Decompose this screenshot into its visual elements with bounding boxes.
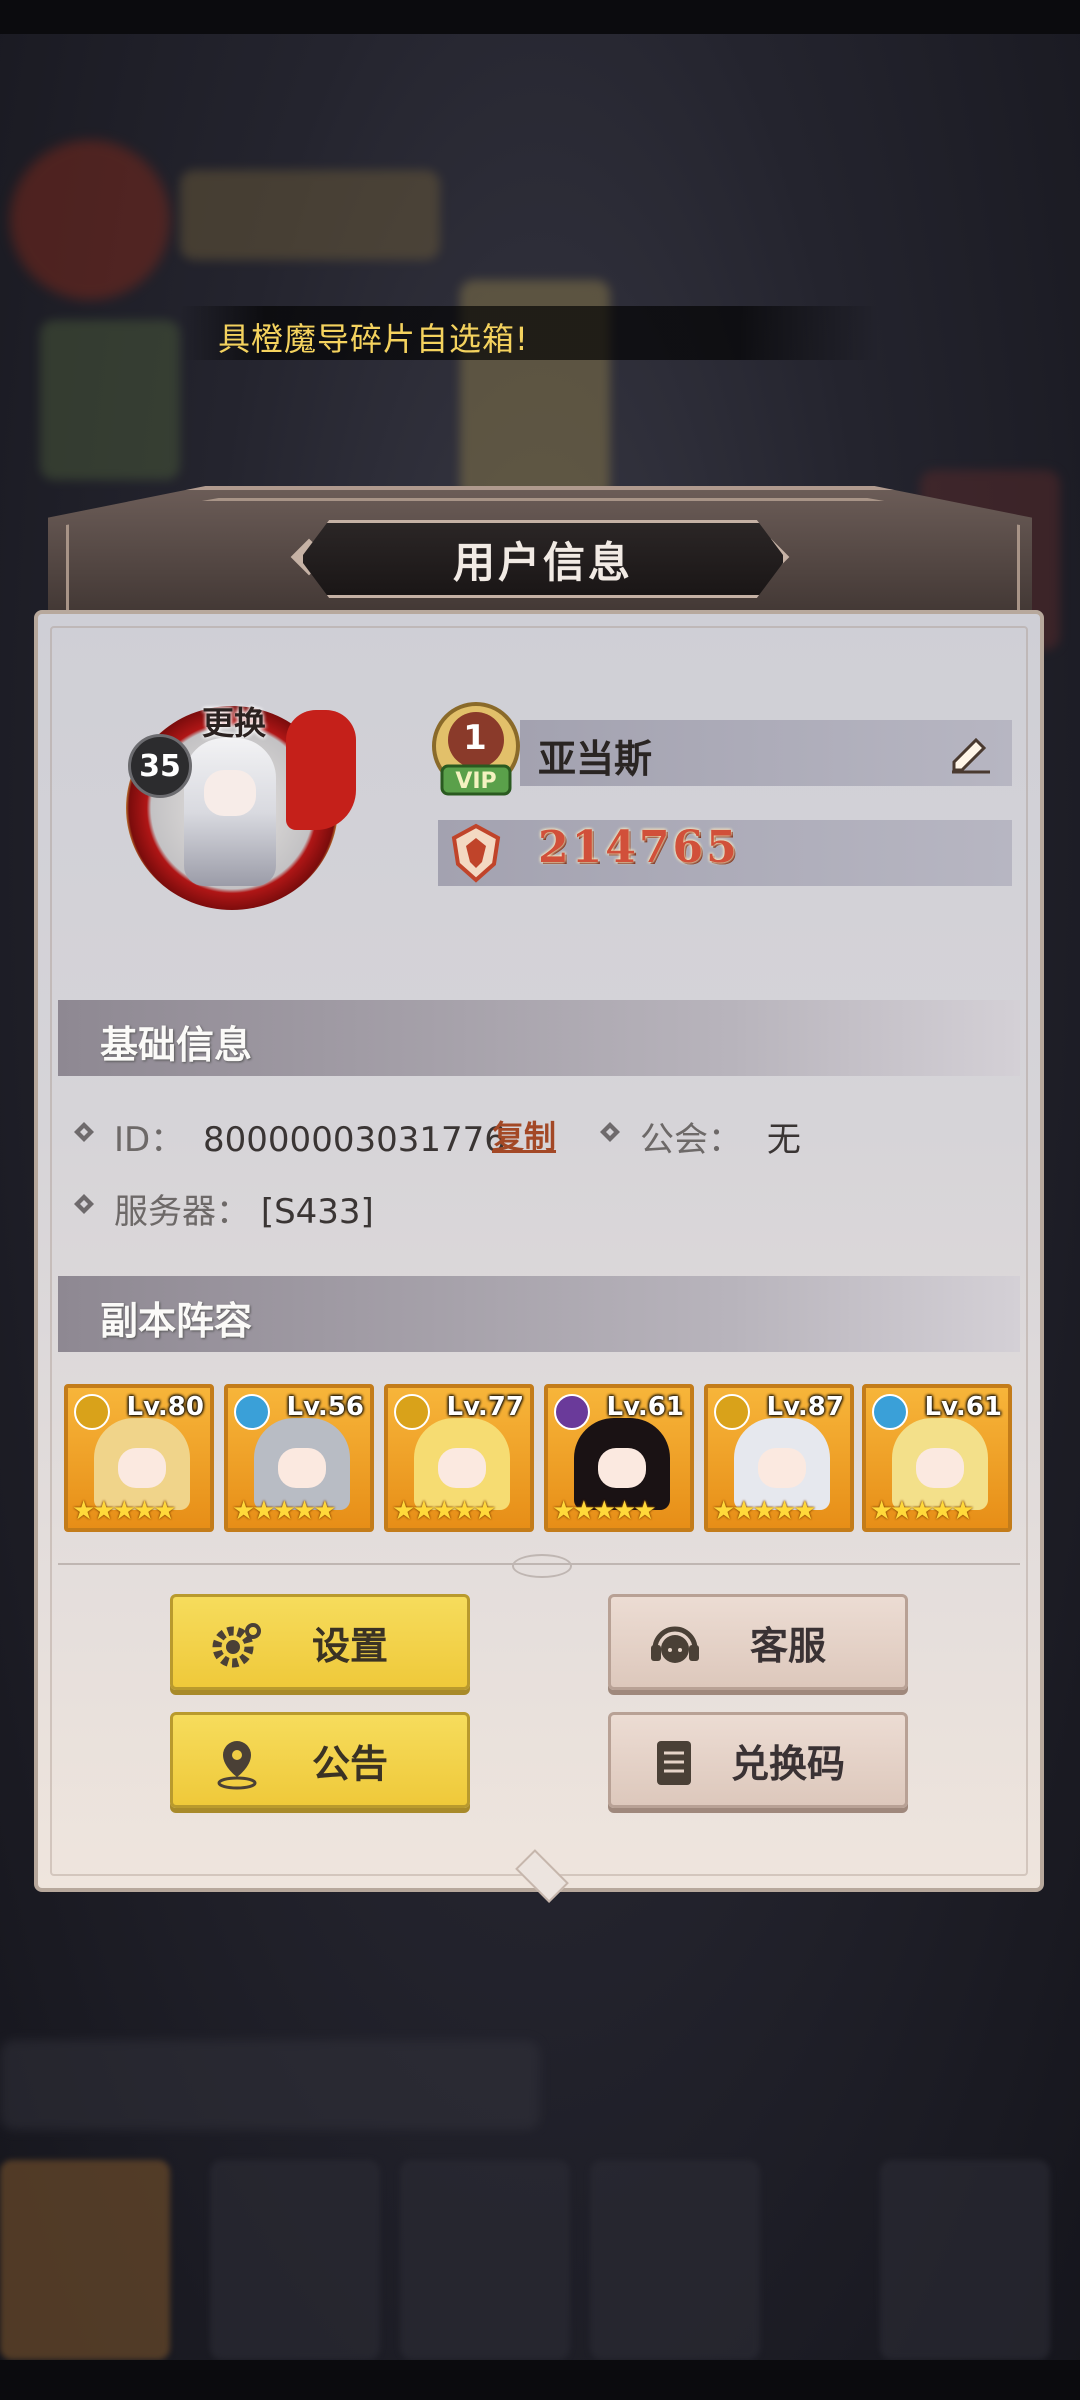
- panel-title-plate: 用户信息: [300, 520, 786, 598]
- hero-card[interactable]: Lv.77 ★★★★★: [384, 1384, 534, 1532]
- background-nav-tile: [590, 2160, 760, 2360]
- hero-stars: ★★★★★: [870, 1496, 975, 1526]
- settings-label: 设置: [311, 1623, 388, 1668]
- hero-stars: ★★★★★: [392, 1496, 497, 1526]
- bullet-diamond-icon: [600, 1122, 620, 1142]
- announcement-marquee: 具橙魔导碎片自选箱!: [180, 306, 880, 360]
- hero-stars: ★★★★★: [232, 1496, 337, 1526]
- player-name: 亚当斯: [538, 737, 653, 781]
- announcement-button[interactable]: 公告: [170, 1712, 470, 1808]
- status-bar: [0, 0, 1080, 34]
- panel-title: 用户信息: [452, 537, 633, 587]
- avatar-character-face: [204, 770, 256, 816]
- server-value: [S433]: [260, 1192, 374, 1232]
- guild-value: 无: [766, 1120, 801, 1160]
- player-id-row: ID： 80000003031776: [114, 1112, 506, 1161]
- server-row: 服务器： [S433]: [114, 1184, 374, 1233]
- hero-face: [278, 1448, 326, 1488]
- basic-info-title: 基础信息: [100, 1023, 253, 1067]
- avatar-frame-decoration: [286, 710, 356, 830]
- hero-element-icon: [74, 1394, 110, 1430]
- hero-level: Lv.87: [766, 1392, 844, 1422]
- hero-face: [916, 1448, 964, 1488]
- hero-card[interactable]: Lv.56 ★★★★★: [224, 1384, 374, 1532]
- hero-element-icon: [394, 1394, 430, 1430]
- background-nav-tile: [0, 2160, 170, 2360]
- hero-element-icon: [872, 1394, 908, 1430]
- background-nav-tile: [400, 2160, 570, 2360]
- hero-card[interactable]: Lv.61 ★★★★★: [862, 1384, 1012, 1532]
- hero-level: Lv.61: [924, 1392, 1002, 1422]
- hero-face: [758, 1448, 806, 1488]
- server-label: 服务器：: [114, 1192, 250, 1232]
- hero-card[interactable]: Lv.61 ★★★★★: [544, 1384, 694, 1532]
- hero-level: Lv.61: [606, 1392, 684, 1422]
- currency-amount: 214765: [538, 822, 740, 873]
- announcement-label: 公告: [311, 1741, 388, 1786]
- guild-row: 公会： 无: [640, 1112, 801, 1161]
- hero-card[interactable]: Lv.87 ★★★★★: [704, 1384, 854, 1532]
- settings-button[interactable]: 设置: [170, 1594, 470, 1690]
- player-id-value: 80000003031776: [203, 1120, 506, 1160]
- customer-service-button[interactable]: 客服: [608, 1594, 908, 1690]
- hero-level: Lv.56: [286, 1392, 364, 1422]
- lineup-title: 副本阵容: [100, 1299, 253, 1343]
- divider-ornament: [512, 1554, 572, 1578]
- customer-service-label: 客服: [749, 1623, 826, 1668]
- vip-level: 1: [463, 718, 487, 758]
- hero-card[interactable]: Lv.80 ★★★★★: [64, 1384, 214, 1532]
- hero-stars: ★★★★★: [712, 1496, 817, 1526]
- hero-level: Lv.77: [446, 1392, 524, 1422]
- navigation-bar: [0, 2360, 1080, 2400]
- player-id-label: ID：: [114, 1120, 185, 1160]
- copy-id-button[interactable]: 复制: [492, 1112, 556, 1158]
- bullet-diamond-icon: [74, 1194, 94, 1214]
- hero-face: [118, 1448, 166, 1488]
- hero-element-icon: [554, 1394, 590, 1430]
- background-strip-blur: [0, 2040, 540, 2130]
- pencil-icon[interactable]: [946, 728, 994, 776]
- background-avatar-blur: [10, 140, 170, 300]
- redeem-code-label: 兑换码: [730, 1741, 845, 1786]
- hero-element-icon: [234, 1394, 270, 1430]
- redeem-code-button[interactable]: 兑换码: [608, 1712, 908, 1808]
- background-building-blur: [40, 320, 180, 480]
- hero-face: [598, 1448, 646, 1488]
- crest-icon: [451, 823, 501, 883]
- guild-label: 公会：: [640, 1120, 742, 1160]
- hero-stars: ★★★★★: [72, 1496, 177, 1526]
- hero-element-icon: [714, 1394, 750, 1430]
- background-nav-tile: [880, 2160, 1050, 2360]
- player-level-badge: 35: [128, 734, 192, 798]
- hero-level: Lv.80: [126, 1392, 204, 1422]
- svg-text:VIP: VIP: [455, 769, 496, 794]
- hero-stars: ★★★★★: [552, 1496, 657, 1526]
- change-avatar-button[interactable]: 更换: [202, 698, 266, 744]
- bullet-diamond-icon: [74, 1122, 94, 1142]
- hero-face: [438, 1448, 486, 1488]
- background-nav-tile: [210, 2160, 380, 2360]
- marquee-text: 具橙魔导碎片自选箱!: [218, 320, 529, 358]
- background-banner-blur: [180, 170, 440, 260]
